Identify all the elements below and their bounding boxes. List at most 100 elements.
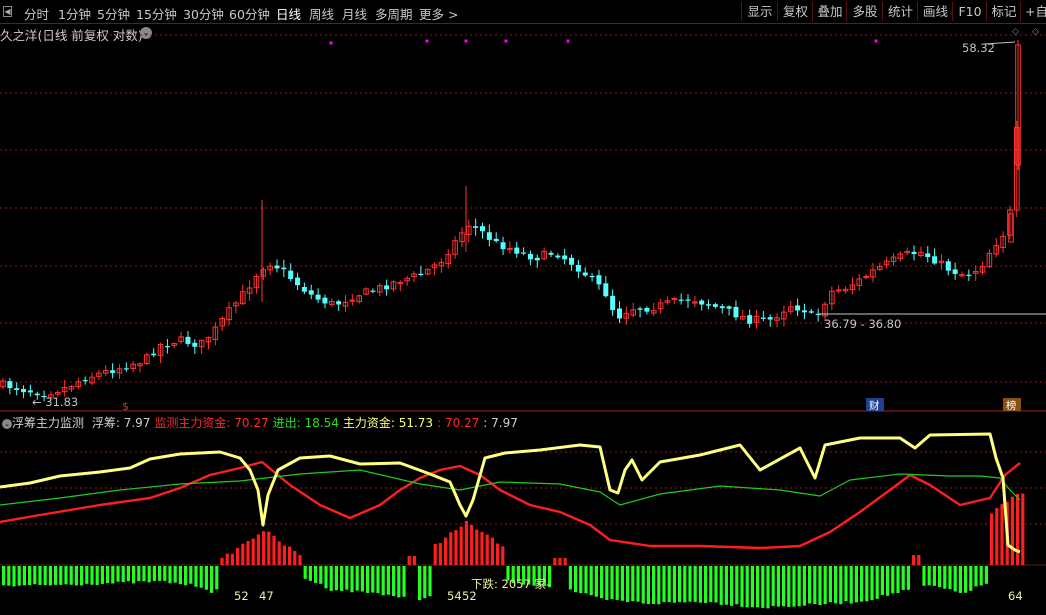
candle xyxy=(623,306,630,325)
red-bar xyxy=(444,537,448,565)
candle-body xyxy=(27,390,33,393)
grid-lines xyxy=(0,34,1046,566)
candle xyxy=(7,377,13,395)
green-bar xyxy=(158,566,162,581)
green-bar xyxy=(813,566,817,605)
candle xyxy=(932,248,938,265)
green-bar xyxy=(28,566,32,586)
green-bar xyxy=(54,566,58,585)
candle-body xyxy=(123,368,129,370)
indicator-values: 浮筹: 7.97 监测主力资金: 70.27 进出: 18.54 主力资金: 51.7… xyxy=(88,416,518,430)
candle-body xyxy=(596,275,602,285)
candle xyxy=(14,382,20,396)
candle xyxy=(0,377,6,390)
green-bar xyxy=(80,566,84,586)
green-bar xyxy=(17,566,21,586)
candle-body xyxy=(685,299,691,301)
green-bar xyxy=(906,566,910,590)
green-bar xyxy=(402,566,406,597)
green-bar xyxy=(678,566,682,603)
candle-body xyxy=(521,252,527,254)
candle xyxy=(452,236,458,259)
green-bar xyxy=(761,566,765,608)
green-bar xyxy=(90,566,94,585)
green-bar xyxy=(340,566,344,591)
candle xyxy=(787,300,794,315)
candle xyxy=(760,311,766,322)
red-bar xyxy=(449,532,453,565)
candle xyxy=(918,246,924,258)
green-bar xyxy=(969,566,973,591)
candle-body xyxy=(192,342,198,347)
red-bar xyxy=(230,553,234,565)
candle xyxy=(678,293,684,305)
green-bar xyxy=(896,566,900,593)
candle-body xyxy=(295,277,301,286)
candle xyxy=(582,267,588,278)
candle xyxy=(952,262,958,280)
green-bar xyxy=(116,566,120,582)
red-bar xyxy=(272,535,276,565)
candle xyxy=(480,222,485,239)
candle xyxy=(418,265,424,277)
signal-dot xyxy=(566,39,570,43)
candle xyxy=(671,296,678,305)
red-bar xyxy=(995,507,999,565)
candle xyxy=(842,286,849,294)
decline-status: 下跌: 2057 家- xyxy=(471,577,550,591)
green-bar xyxy=(204,566,208,590)
candle-body xyxy=(795,305,801,311)
green-bar xyxy=(7,566,11,586)
indicator-item-0: 浮筹: 7.97 xyxy=(91,416,151,430)
green-bar xyxy=(48,566,52,586)
candle xyxy=(226,301,232,326)
candle-body xyxy=(945,261,951,271)
green-bar xyxy=(189,566,193,584)
green-bar xyxy=(418,566,422,601)
candle xyxy=(96,369,102,381)
red-bar xyxy=(288,546,292,565)
kline-chart[interactable]: 52 47 54 52 64下跌: 2057 家- 58.32◇ ◇← 31.8336.7… xyxy=(0,0,1046,615)
diamond-icon: ◇ xyxy=(1012,27,1019,37)
green-bar xyxy=(38,566,42,585)
finance-marker: 财 xyxy=(869,399,880,412)
signal-dot xyxy=(504,39,508,43)
green-bar xyxy=(329,566,333,591)
candle xyxy=(829,286,835,311)
settings-dot-icon[interactable]: ⌄ xyxy=(2,418,12,429)
red-bar xyxy=(464,520,468,565)
green-bar xyxy=(844,566,848,602)
red-bar xyxy=(490,537,494,565)
candle xyxy=(740,309,746,321)
green-bar xyxy=(984,566,988,584)
candle xyxy=(986,249,993,268)
green-bar xyxy=(594,566,598,597)
candle-body xyxy=(678,299,684,301)
green-bar xyxy=(802,566,806,606)
red-bar xyxy=(236,548,240,565)
green-bar xyxy=(324,566,328,589)
red-bar xyxy=(407,556,411,565)
candle xyxy=(911,245,917,261)
candle-body xyxy=(562,255,568,260)
candle-body xyxy=(726,306,732,309)
red-bar xyxy=(480,531,484,565)
candle-body xyxy=(555,255,561,258)
candle xyxy=(137,362,143,373)
candle xyxy=(185,331,191,347)
candle xyxy=(774,313,780,328)
candle xyxy=(712,302,718,309)
green-bar xyxy=(168,566,172,584)
green-bar xyxy=(163,566,167,581)
green-bar xyxy=(735,566,739,605)
candle-body xyxy=(699,300,705,305)
red-bar xyxy=(241,543,245,565)
green-bar xyxy=(667,566,671,603)
red-bar xyxy=(267,531,271,565)
candle xyxy=(397,280,404,292)
green-bar xyxy=(2,566,6,586)
red-bar xyxy=(470,524,474,565)
candle xyxy=(610,289,616,316)
green-bar xyxy=(782,566,786,607)
candle xyxy=(617,301,622,324)
